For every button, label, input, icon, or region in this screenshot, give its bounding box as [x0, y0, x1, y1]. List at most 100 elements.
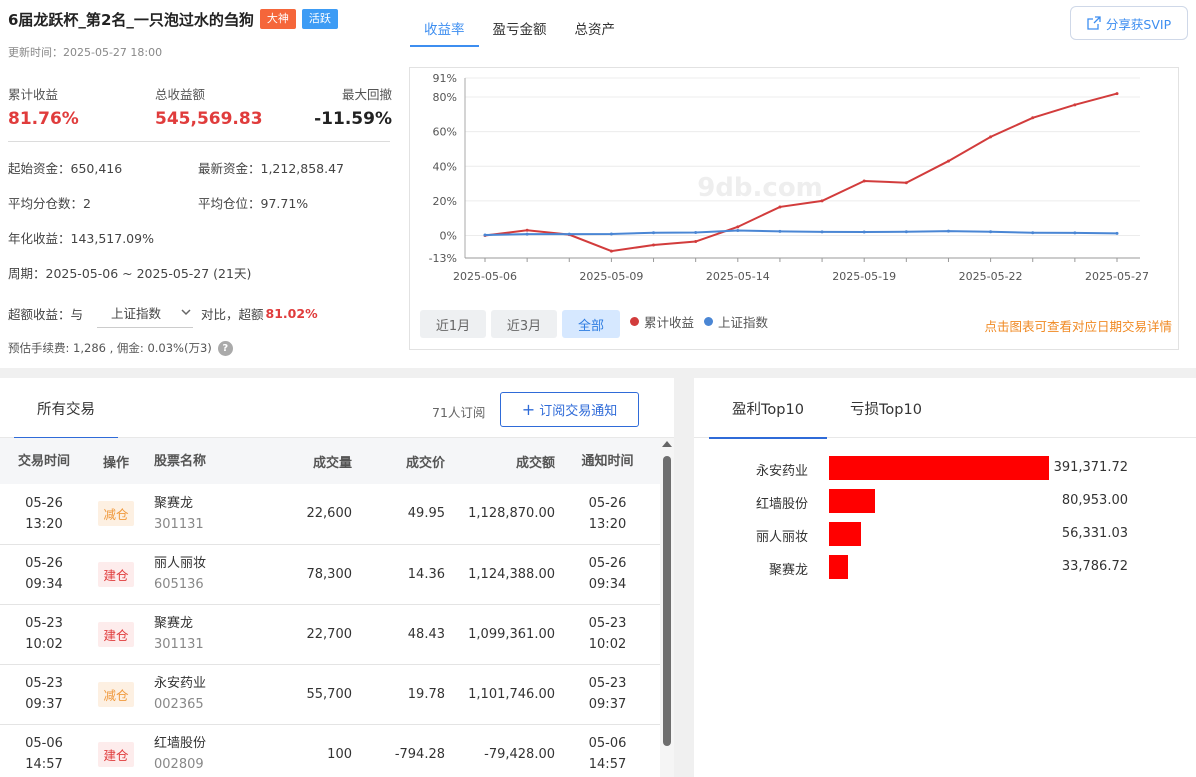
stock-name: 聚赛龙 [154, 616, 194, 631]
watermark: 9db.com [697, 173, 823, 203]
col-amount: 成交额 [515, 455, 555, 471]
trade-date: 05-26 [25, 556, 63, 571]
notify-time: 05-26 09:34 [555, 544, 660, 605]
table-row[interactable]: 05-23 10:02 建仓 聚赛龙 301131 22,700 48.43 1,099,36… [0, 604, 660, 665]
op-cell: 建仓 [88, 604, 144, 665]
x-tick-label: 2025-05-14 [706, 270, 770, 283]
volume: 78,300 [262, 544, 352, 605]
cumulative-point [1115, 92, 1119, 96]
bar-row[interactable]: 丽人丽妆 56,331.03 [694, 520, 1196, 553]
y-tick-label: 40% [433, 160, 457, 173]
profit-bar[interactable] [829, 456, 1049, 480]
notify-date: 05-26 [588, 556, 627, 571]
top-panel: 6届龙跃杯_第2名_一只泡过水的刍狗 大神 活跃 更新时间：2025-05-27… [0, 0, 1196, 368]
col-price: 成交价 [405, 455, 445, 471]
stock-cell[interactable]: 聚赛龙 301131 [144, 484, 262, 545]
bar-label: 红墙股份 [755, 497, 808, 512]
profit-bar[interactable] [829, 522, 861, 546]
notify-time: 05-06 14:57 [555, 724, 660, 777]
kpi-cumulative: 累计收益 81.76% [8, 84, 155, 129]
summary-panel: 6届龙跃杯_第2名_一只泡过水的刍狗 大神 活跃 更新时间：2025-05-27… [8, 8, 392, 356]
kpi-max-drawdown: 最大回撤 -11.59% [302, 84, 392, 129]
share-button[interactable]: 分享获SVIP [1070, 6, 1188, 40]
legend-cumulative[interactable]: 累计收益 [630, 312, 694, 331]
bar-row[interactable]: 聚赛龙 33,786.72 [694, 553, 1196, 586]
chart-card[interactable]: 9db.com 91% 80% 60% 40% 20% 0% -13% 2025-05-06 20… [409, 67, 1179, 350]
scroll-thumb[interactable] [663, 456, 671, 746]
op-cell: 减仓 [88, 484, 144, 545]
tab-total-assets[interactable]: 总资产 [561, 8, 630, 46]
scroll-up-arrow[interactable] [662, 441, 672, 447]
index-point [694, 231, 698, 235]
cumulative-point [946, 159, 950, 163]
trade-time: 05-26 13:20 [0, 484, 88, 545]
table-row[interactable]: 05-06 14:57 建仓 红墙股份 002809 100 -794.28 -79,428.… [0, 724, 660, 777]
index-point [567, 232, 571, 236]
badge-active: 活跃 [301, 9, 338, 29]
bar-row[interactable]: 永安药业 391,371.72 [694, 454, 1196, 487]
y-tick-label: 91% [433, 72, 457, 85]
stock-name: 红墙股份 [154, 736, 207, 751]
index-point [609, 232, 613, 236]
x-tick-label: 2025-05-06 [453, 270, 517, 283]
legend-dot [704, 317, 714, 326]
return-chart[interactable]: 9db.com 91% 80% 60% 40% 20% 0% -13% 2025-05-06 20… [410, 68, 1178, 308]
y-tick-label: 80% [433, 91, 457, 104]
chart-legend: 累计收益 上证指数 [630, 312, 778, 331]
table-row[interactable]: 05-26 09:34 建仓 丽人丽妆 605136 78,300 14.36 1,124,3… [0, 544, 660, 605]
profit-bar[interactable] [829, 555, 848, 579]
trade-clock: 09:34 [25, 577, 63, 592]
trade-clock: 14:57 [25, 757, 63, 772]
amount: 1,128,870.00 [445, 484, 555, 545]
range-1m-button[interactable]: 近1月 [420, 310, 486, 338]
tab-loss-top10[interactable]: 亏损Top10 [834, 378, 938, 438]
badge-master: 大神 [259, 9, 296, 29]
notify-time: 05-23 10:02 [555, 604, 660, 665]
annual-return: 年化收益：143,517.09% [8, 231, 154, 246]
divider [8, 141, 390, 142]
bar-row[interactable]: 红墙股份 80,953.00 [694, 487, 1196, 520]
subscribe-button[interactable]: + 订阅交易通知 [500, 392, 639, 427]
stock-cell[interactable]: 红墙股份 002809 [144, 724, 262, 777]
excess-mid: 对比，超额 [201, 306, 264, 322]
tab-all-trades[interactable]: 所有交易 [14, 378, 118, 439]
op-badge: 建仓 [98, 561, 134, 587]
table-row[interactable]: 05-26 13:20 减仓 聚赛龙 301131 22,600 49.95 1,128,87… [0, 484, 660, 545]
notify-date: 05-23 [588, 676, 627, 691]
trade-date: 05-23 [25, 616, 63, 631]
trade-clock: 10:02 [25, 637, 63, 652]
profit-bar[interactable] [829, 489, 875, 513]
x-tick-label: 2025-05-22 [959, 270, 1023, 283]
cumulative-point [989, 135, 993, 139]
scrollbar[interactable] [660, 438, 674, 777]
benchmark-value: 上证指数 [111, 306, 162, 321]
stock-cell[interactable]: 永安药业 002365 [144, 664, 262, 725]
share-label: 分享获SVIP [1105, 16, 1172, 32]
update-time: 更新时间：2025-05-27 18:00 [8, 46, 163, 59]
index-point [525, 232, 529, 236]
index-point [652, 231, 656, 235]
x-tick-label: 2025-05-09 [579, 270, 643, 283]
index-point [1115, 231, 1119, 235]
range-3m-button[interactable]: 近3月 [491, 310, 557, 338]
op-cell: 建仓 [88, 544, 144, 605]
stock-cell[interactable]: 聚赛龙 301131 [144, 604, 262, 665]
excess-value: 81.02% [265, 305, 318, 321]
table-row[interactable]: 05-23 09:37 减仓 永安药业 002365 55,700 19.78 1,101,7… [0, 664, 660, 725]
tab-profit-amount[interactable]: 盈亏金额 [479, 8, 561, 46]
cumulative-point [736, 225, 740, 229]
legend-index[interactable]: 上证指数 [704, 312, 768, 331]
tab-profit-top10[interactable]: 盈利Top10 [709, 378, 827, 439]
trade-date: 05-06 [25, 736, 63, 751]
question-icon[interactable]: ? [217, 340, 233, 356]
stock-code: 301131 [154, 516, 204, 532]
fee-row: 预估手续费: 1,286 , 佣金: 0.03%(万3) ? [8, 340, 392, 356]
op-cell: 建仓 [88, 724, 144, 777]
benchmark-select[interactable]: 上证指数 [97, 298, 194, 328]
fee-text: 预估手续费: 1,286 , 佣金: 0.03%(万3) [8, 341, 212, 355]
range-all-button[interactable]: 全部 [562, 310, 620, 338]
stock-cell[interactable]: 丽人丽妆 605136 [144, 544, 262, 605]
tab-return-rate[interactable]: 收益率 [410, 8, 479, 47]
index-point [736, 228, 740, 232]
col-trade-time[interactable]: 交易时间 [0, 438, 88, 484]
